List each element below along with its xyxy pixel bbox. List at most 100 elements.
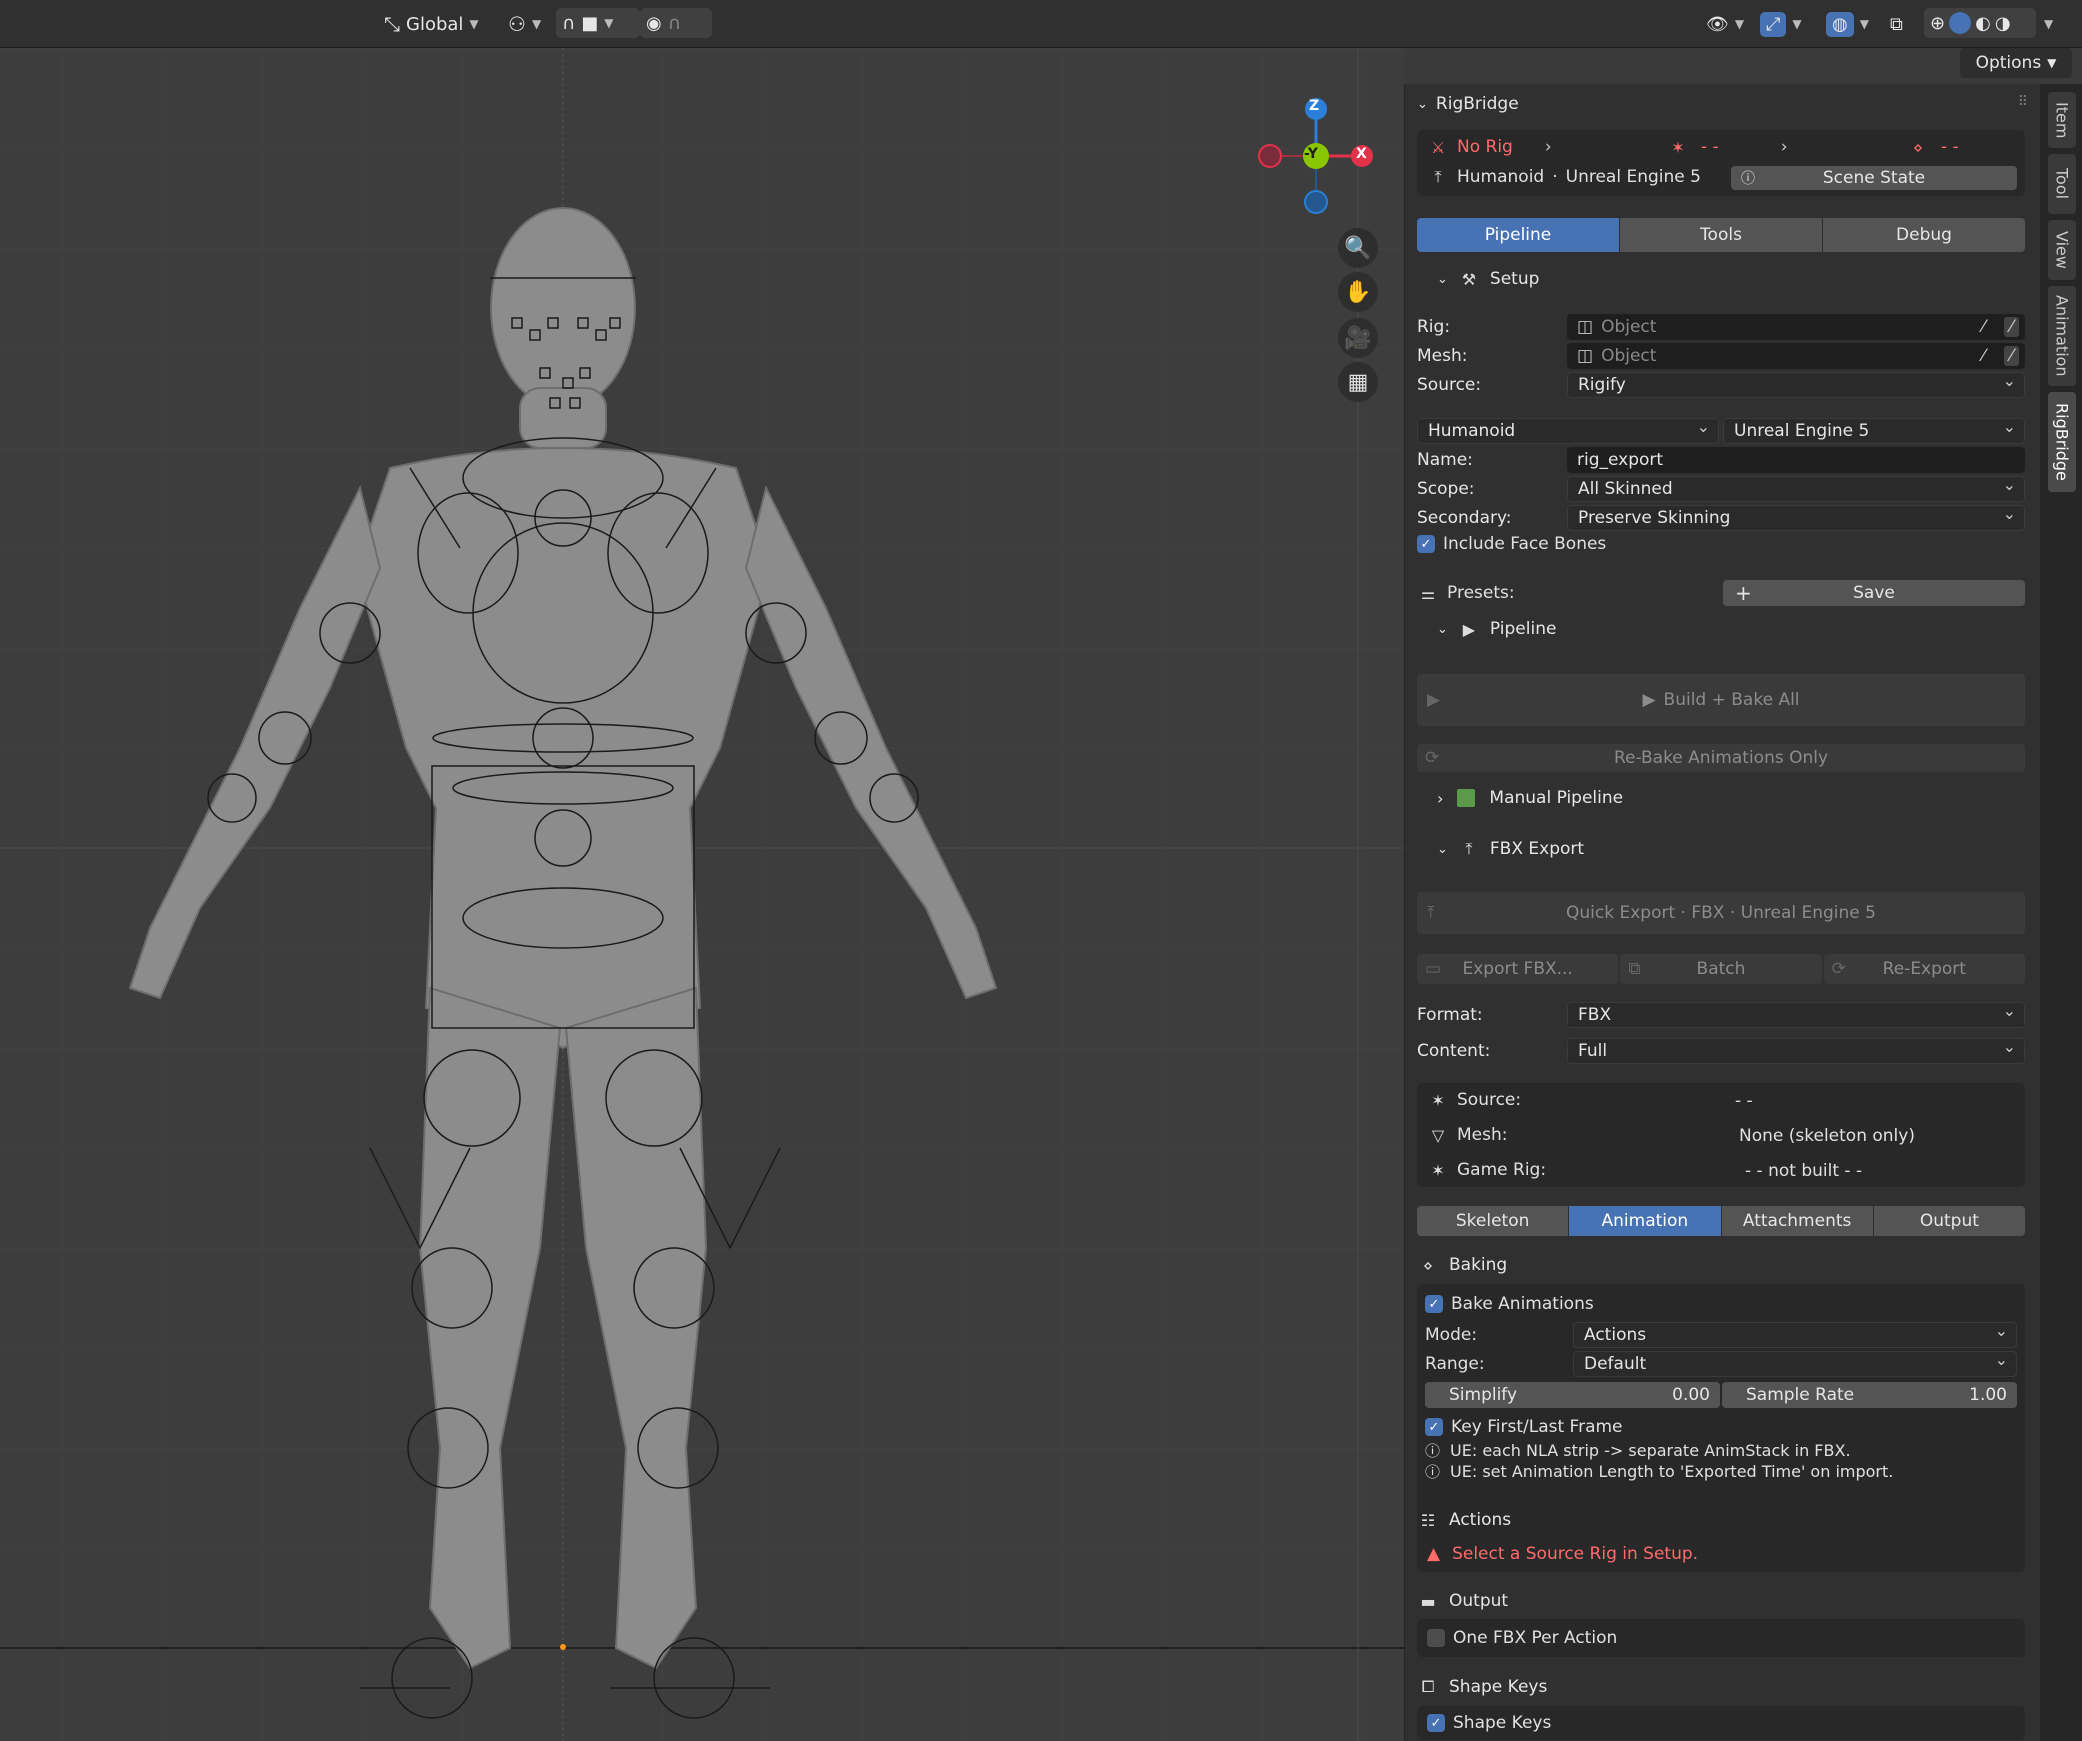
xray-toggle[interactable]: ⧉ (1890, 8, 1903, 40)
export-fbx-button[interactable]: ▭ Export FBX... (1417, 954, 1619, 984)
simplify-slider[interactable]: Simplify 0.00 (1425, 1382, 1720, 1408)
tools-icon: ⚒ (1461, 269, 1477, 289)
navigation-gizmo[interactable]: Z X -Y (1254, 96, 1374, 216)
overlays-toggle[interactable]: ◍ ▼ (1826, 8, 1869, 40)
build-bake-button[interactable]: ▶ ▶ Build + Bake All (1417, 674, 2025, 726)
pivot-dropdown[interactable]: ⚇ ▼ (508, 8, 541, 40)
mesh-object-field[interactable]: ◫ Object ⁄ ⁄ (1567, 343, 2025, 369)
fbx-section-header[interactable]: ⌄ ⤒ FBX Export (1437, 838, 2040, 860)
quick-export-button[interactable]: ⤒ Quick Export · FBX · Unreal Engine 5 (1417, 892, 2025, 934)
target-dropdown[interactable]: Unreal Engine 5 (1723, 417, 2025, 444)
tab-animation[interactable]: Animation (1569, 1206, 1722, 1236)
face-bones-checkbox[interactable]: ✓ (1417, 535, 1435, 553)
reexport-button[interactable]: ⟳ Re-Export (1823, 954, 2025, 984)
bake-anims-row[interactable]: ✓ Bake Animations (1425, 1294, 1594, 1314)
drag-handle-icon[interactable]: ⠿ (2018, 94, 2028, 110)
xray-icon: ⧉ (1890, 13, 1903, 35)
export-fbx-label: Export FBX... (1462, 959, 1573, 979)
play-icon: ▶ (1427, 690, 1441, 710)
rig-row: Rig: ◫ Object ⁄ ⁄ (1417, 314, 2025, 340)
rebake-button[interactable]: ⟳ Re-Bake Animations Only (1417, 744, 2025, 772)
batch-button[interactable]: ⧉ Batch (1620, 954, 1822, 984)
wireframe-shading-icon[interactable]: ⊕ (1930, 13, 1945, 34)
tab-debug[interactable]: Debug (1823, 218, 2025, 252)
solid-shading-icon[interactable] (1949, 12, 1972, 34)
info-text-1: UE: each NLA strip -> separate AnimStack… (1450, 1441, 1851, 1460)
ortho-grid-icon[interactable]: ▦ (1338, 362, 1378, 402)
scope-dropdown[interactable]: All Skinned (1567, 475, 2025, 502)
eyedropper-icon[interactable]: ⁄ (2004, 346, 2019, 366)
panel-header[interactable]: ⌄ RigBridge (1417, 94, 1519, 114)
sample-rate-value: 1.00 (1969, 1385, 2007, 1405)
save-preset-button[interactable]: + Save (1723, 580, 2025, 606)
3d-viewport[interactable]: Z X -Y 🔍 ✋ 🎥 ▦ (0, 48, 1404, 1741)
pan-hand-icon[interactable]: ✋ (1338, 272, 1378, 312)
tab-pipeline[interactable]: Pipeline (1417, 218, 1620, 252)
panel-title: RigBridge (1435, 94, 1519, 114)
gizmo-toggle[interactable]: ⤢ ▼ (1760, 8, 1802, 40)
name-input[interactable]: rig_export (1567, 447, 2025, 473)
vtab-view[interactable]: View (2048, 220, 2076, 280)
rendered-shading-icon[interactable]: ◑ (1995, 13, 2011, 34)
face-bones-row[interactable]: ✓ Include Face Bones (1417, 534, 2025, 554)
source-label: Source: (1417, 375, 1482, 395)
tab-output[interactable]: Output (1873, 1206, 2025, 1236)
sliders-icon: ⚌ (1420, 583, 1436, 603)
scope-row: Scope: All Skinned (1417, 475, 2025, 502)
profile-dropdown[interactable]: Humanoid (1417, 417, 1719, 444)
eyedropper-icon[interactable]: ⁄ (1982, 317, 1985, 337)
scene-state-button[interactable]: ⓘ Scene State (1731, 166, 2017, 190)
shapekeys-row[interactable]: ✓ Shape Keys (1417, 1706, 2025, 1740)
shapekeys-checkbox[interactable]: ✓ (1427, 1714, 1445, 1732)
format-label: Format: (1417, 1005, 1483, 1025)
proportional-edit[interactable]: ◉ ∩ (640, 8, 712, 38)
mesh-row: Mesh: ◫ Object ⁄ ⁄ (1417, 343, 2025, 369)
info-line-2: ⓘ UE: set Animation Length to 'Exported … (1425, 1461, 1893, 1482)
tab-tools[interactable]: Tools (1620, 218, 1823, 252)
visibility-dropdown[interactable]: 👁 ▼ (1706, 8, 1744, 40)
material-shading-icon[interactable]: ◐ (1975, 13, 1991, 34)
secondary-dropdown[interactable]: Preserve Skinning (1567, 504, 2025, 531)
options-button[interactable]: Options ▼ (1960, 48, 2072, 78)
snap-toggle[interactable]: ∩ ■ ▼ (556, 8, 640, 38)
chevron-down-icon: ⌄ (1437, 271, 1448, 287)
refresh-icon: ⟳ (1425, 748, 1440, 768)
status-box: ⚔ No Rig › ✶ - - › ⋄ - - ⤒ Humanoid · Un… (1417, 130, 2025, 196)
eyedropper-icon[interactable]: ⁄ (1982, 346, 1985, 366)
zoom-icon[interactable]: 🔍 (1338, 228, 1378, 268)
secondary-row: Secondary: Preserve Skinning (1417, 504, 2025, 531)
key-frames-checkbox[interactable]: ✓ (1425, 1418, 1443, 1436)
mesh-label: Mesh: (1417, 346, 1468, 366)
pipeline-section-header[interactable]: ⌄ ▶ Pipeline (1437, 618, 2040, 640)
camera-view-icon[interactable]: 🎥 (1338, 318, 1378, 358)
vtab-tool[interactable]: Tool (2048, 154, 2076, 214)
content-dropdown[interactable]: Full (1567, 1037, 2025, 1064)
vtab-rigbridge[interactable]: RigBridge (2048, 392, 2076, 492)
chevron-down-icon: ▼ (1859, 17, 1869, 31)
bake-icon: ⋄ (1912, 137, 1923, 157)
refresh-icon: ⟳ (1831, 959, 1846, 979)
tab-attachments[interactable]: Attachments (1721, 1206, 1874, 1236)
source-dropdown[interactable]: Rigify (1567, 371, 2025, 398)
one-per-action-checkbox[interactable] (1427, 1629, 1445, 1647)
info-icon: ⓘ (1741, 171, 1755, 187)
rig-object-field[interactable]: ◫ Object ⁄ ⁄ (1567, 314, 2025, 340)
one-per-action-row[interactable]: One FBX Per Action (1417, 1619, 2025, 1657)
sample-rate-slider[interactable]: Sample Rate 1.00 (1722, 1382, 2017, 1408)
manual-pipeline-header[interactable]: › Manual Pipeline (1437, 788, 2040, 808)
setup-section-header[interactable]: ⌄ ⚒ Setup (1437, 268, 2040, 290)
mode-dropdown[interactable]: Actions (1573, 1321, 2017, 1348)
chevron-down-icon: ▼ (2047, 56, 2057, 70)
tab-skeleton[interactable]: Skeleton (1417, 1206, 1570, 1236)
info-gamerig-label: Game Rig: (1457, 1160, 1547, 1180)
orientation-dropdown[interactable]: ⤡ Global ▼ (384, 8, 479, 40)
eyedropper-icon[interactable]: ⁄ (2004, 317, 2019, 337)
baking-header: ⋄ Baking (1417, 1254, 2025, 1276)
format-dropdown[interactable]: FBX (1567, 1001, 2025, 1028)
vtab-animation[interactable]: Animation (2048, 286, 2076, 386)
key-frames-row[interactable]: ✓ Key First/Last Frame (1425, 1417, 1623, 1437)
range-dropdown[interactable]: Default (1573, 1350, 2017, 1377)
shading-dropdown[interactable]: ▼ (2044, 8, 2053, 40)
bake-anims-checkbox[interactable]: ✓ (1425, 1295, 1443, 1313)
vtab-item[interactable]: Item (2048, 92, 2076, 148)
